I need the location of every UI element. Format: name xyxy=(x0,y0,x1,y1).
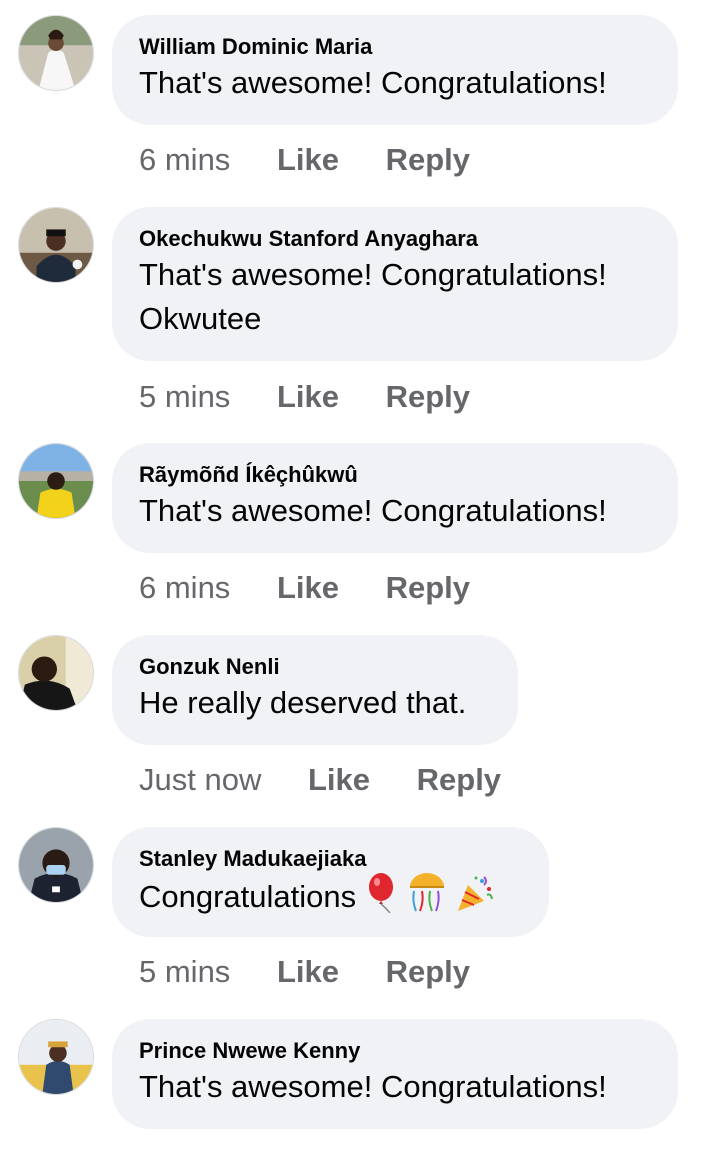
comment-timestamp[interactable]: 5 mins xyxy=(139,952,230,992)
comment-actions: Just now Like Reply xyxy=(139,760,539,800)
comment-author[interactable]: Rãymõñd Íkêçhûkwû xyxy=(139,461,650,489)
like-button[interactable]: Like xyxy=(277,568,339,608)
comment-text-content: Congratulations xyxy=(139,879,357,915)
comment-author[interactable]: William Dominic Maria xyxy=(139,33,650,61)
comment-author[interactable]: Gonzuk Nenli xyxy=(139,653,490,681)
reply-button[interactable]: Reply xyxy=(386,952,470,992)
party-popper-emoji xyxy=(454,873,494,925)
confetti-ball-emoji xyxy=(406,873,448,925)
avatar[interactable] xyxy=(18,15,94,91)
comment-text: That's awesome! Congratulations! xyxy=(139,1069,607,1104)
comment-bubble: Stanley Madukaejiaka Congratulations xyxy=(112,827,549,937)
reply-button[interactable]: Reply xyxy=(386,568,470,608)
comment-actions: 5 mins Like Reply xyxy=(139,952,508,992)
like-button[interactable]: Like xyxy=(277,140,339,180)
comment-author[interactable]: Prince Nwewe Kenny xyxy=(139,1037,650,1065)
comment-text: Congratulations xyxy=(139,873,521,925)
comment-author[interactable]: Stanley Madukaejiaka xyxy=(139,845,521,873)
comment-bubble: William Dominic Maria That's awesome! Co… xyxy=(112,15,678,125)
comment-timestamp[interactable]: 5 mins xyxy=(139,377,230,417)
like-button[interactable]: Like xyxy=(308,760,370,800)
reply-button[interactable]: Reply xyxy=(386,140,470,180)
avatar[interactable] xyxy=(18,443,94,519)
avatar[interactable] xyxy=(18,1019,94,1095)
comment-timestamp[interactable]: Just now xyxy=(139,760,261,800)
comment-author[interactable]: Okechukwu Stanford Anyaghara xyxy=(139,225,650,253)
reply-button[interactable]: Reply xyxy=(386,377,470,417)
comment-timestamp[interactable]: 6 mins xyxy=(139,568,230,608)
comment-bubble: Gonzuk Nenli He really deserved that. xyxy=(112,635,518,745)
comment-actions: 6 mins Like Reply xyxy=(139,568,508,608)
comment-bubble: Rãymõñd Íkêçhûkwû That's awesome! Congra… xyxy=(112,443,678,553)
comment-actions: 5 mins Like Reply xyxy=(139,377,508,417)
avatar[interactable] xyxy=(18,207,94,283)
comment-timestamp[interactable]: 6 mins xyxy=(139,140,230,180)
balloon-emoji xyxy=(366,873,400,925)
like-button[interactable]: Like xyxy=(277,952,339,992)
like-button[interactable]: Like xyxy=(277,377,339,417)
comment-bubble: Okechukwu Stanford Anyaghara That's awes… xyxy=(112,207,678,361)
avatar[interactable] xyxy=(18,635,94,711)
comment-text: That's awesome! Congratulations! xyxy=(139,493,607,528)
reply-button[interactable]: Reply xyxy=(417,760,501,800)
comment-text: That's awesome! Congratulations! xyxy=(139,65,607,100)
comment-text: He really deserved that. xyxy=(139,685,467,720)
comment-text: That's awesome! Congratulations! Okwutee xyxy=(139,257,607,336)
comment-actions: 6 mins Like Reply xyxy=(139,140,508,180)
comment-bubble: Prince Nwewe Kenny That's awesome! Congr… xyxy=(112,1019,678,1129)
avatar[interactable] xyxy=(18,827,94,903)
